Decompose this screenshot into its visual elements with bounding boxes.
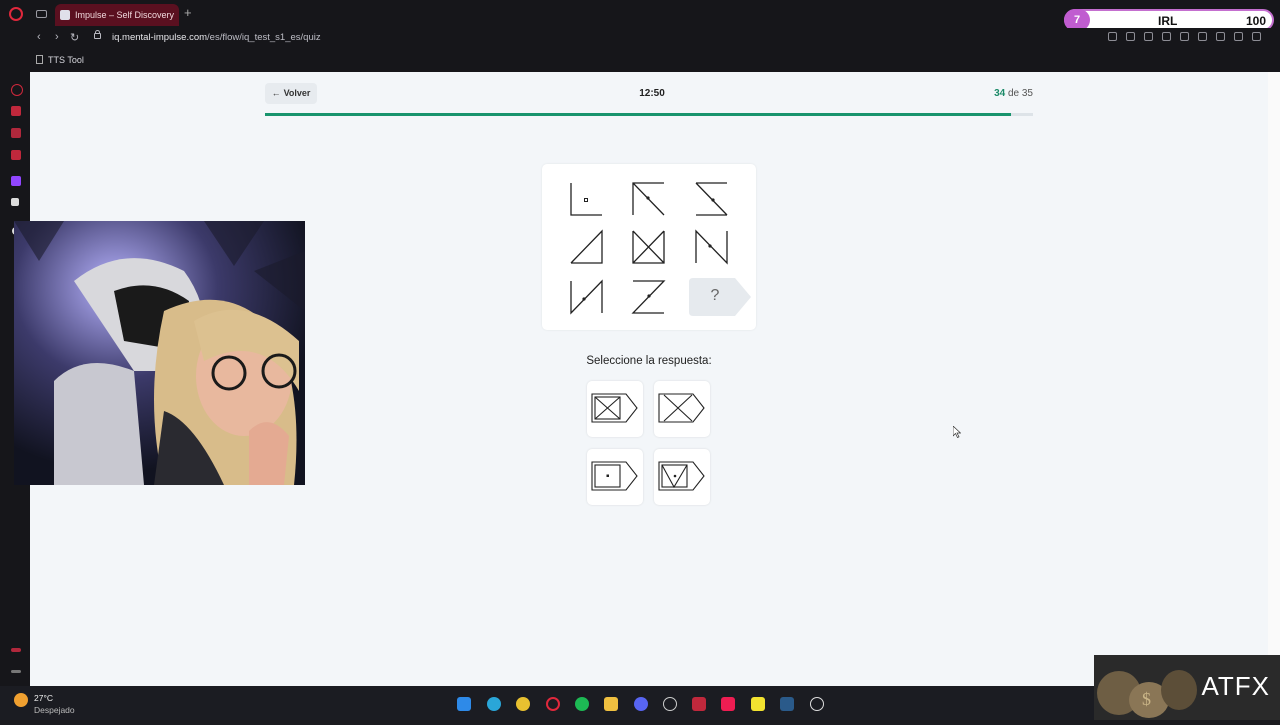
puzzle-cell-5 bbox=[632, 230, 665, 264]
answer-option-1[interactable] bbox=[587, 381, 643, 437]
download-icon[interactable] bbox=[1234, 32, 1243, 41]
opera-taskbar-icon[interactable] bbox=[546, 697, 560, 711]
tiktok-icon[interactable] bbox=[721, 697, 735, 711]
document-icon bbox=[36, 55, 43, 64]
missing-cell: ? bbox=[689, 278, 751, 316]
heart-icon[interactable] bbox=[1180, 32, 1189, 41]
new-tab-button[interactable]: + bbox=[184, 5, 192, 20]
current-question: 34 bbox=[994, 88, 1006, 99]
back-nav-button[interactable]: ‹ bbox=[37, 31, 41, 43]
webcam-overlay bbox=[14, 221, 305, 485]
play-icon[interactable] bbox=[1162, 32, 1171, 41]
url-host: iq.mental-impulse.com bbox=[112, 32, 208, 43]
close-circle-icon[interactable] bbox=[1144, 32, 1153, 41]
answer-shape-4 bbox=[658, 461, 705, 491]
answer-option-4[interactable] bbox=[654, 449, 710, 505]
forward-nav-button[interactable]: › bbox=[55, 31, 59, 43]
bookmarks-bar bbox=[0, 50, 1280, 72]
bookmark-tts-tool[interactable]: TTS Tool bbox=[36, 55, 84, 65]
settings-icon[interactable] bbox=[11, 648, 21, 652]
webcam-image bbox=[14, 221, 305, 485]
puzzle-cell-7 bbox=[570, 279, 603, 315]
answer-shape-2 bbox=[658, 393, 705, 423]
aria-icon[interactable] bbox=[11, 84, 23, 96]
snapshot-icon[interactable] bbox=[1126, 32, 1135, 41]
back-label: Volver bbox=[283, 88, 311, 98]
sponsor-logo-text: ATFX bbox=[1201, 671, 1270, 701]
discord-icon[interactable] bbox=[634, 697, 648, 711]
puzzle-cell-2 bbox=[632, 182, 665, 216]
progress-fill bbox=[265, 113, 1011, 116]
status-score: 100 bbox=[1245, 14, 1266, 28]
puzzle-cell-1 bbox=[570, 183, 602, 216]
lock-icon[interactable] bbox=[94, 30, 101, 39]
back-button[interactable]: ← Volver bbox=[265, 83, 317, 104]
progress-bar bbox=[265, 113, 1033, 116]
weather-description[interactable]: Despejado bbox=[34, 705, 75, 715]
chrome-icon[interactable] bbox=[516, 697, 530, 711]
puzzle-matrix: ? bbox=[542, 164, 756, 330]
puzzle-cell-4 bbox=[570, 229, 603, 264]
reload-button[interactable]: ↻ bbox=[70, 31, 79, 44]
edge-icon[interactable] bbox=[487, 697, 501, 711]
bookmark-label: TTS Tool bbox=[48, 55, 84, 65]
svg-text:$: $ bbox=[1142, 689, 1151, 709]
puzzle-cell-3 bbox=[695, 182, 728, 216]
browser-toolbar bbox=[1108, 32, 1274, 44]
timer: 12:50 bbox=[639, 88, 665, 99]
url-path: /es/flow/iq_test_s1_es/quiz bbox=[207, 32, 321, 43]
share-icon[interactable] bbox=[1216, 32, 1225, 41]
weather-temperature[interactable]: 27°C bbox=[34, 693, 53, 703]
site-favicon-icon bbox=[60, 10, 70, 20]
arrow-left-icon: ← bbox=[271, 88, 281, 98]
puzzle-cell-6 bbox=[695, 229, 728, 265]
question-counter: 34 de 35 bbox=[985, 88, 1033, 99]
money-bags-image: $ bbox=[1097, 670, 1197, 718]
opera-logo-icon[interactable] bbox=[9, 7, 23, 21]
page-scrollbar[interactable] bbox=[1268, 72, 1280, 686]
windows-start-icon[interactable] bbox=[457, 697, 471, 711]
spotify-icon[interactable] bbox=[575, 697, 589, 711]
notes-icon[interactable] bbox=[751, 697, 765, 711]
total-questions: de 35 bbox=[1007, 88, 1033, 99]
answer-option-3[interactable] bbox=[587, 449, 643, 505]
url-field[interactable]: iq.mental-impulse.com/es/flow/iq_test_s1… bbox=[112, 32, 321, 43]
answer-prompt: Seleccione la respuesta: bbox=[586, 355, 712, 367]
browser-tab[interactable]: Impulse – Self Discovery bbox=[55, 4, 179, 26]
twitch-icon[interactable] bbox=[11, 176, 21, 186]
chat-icon[interactable] bbox=[11, 128, 21, 138]
answer-shape-1 bbox=[591, 393, 638, 423]
x-icon[interactable] bbox=[11, 198, 19, 206]
pin-icon[interactable] bbox=[1108, 32, 1117, 41]
file-explorer-icon[interactable] bbox=[604, 697, 618, 711]
answer-option-2[interactable] bbox=[654, 381, 710, 437]
tab-switcher-icon[interactable] bbox=[36, 10, 47, 18]
media-icon[interactable] bbox=[11, 150, 21, 160]
status-label: IRL bbox=[1158, 14, 1178, 28]
messenger-icon[interactable] bbox=[11, 106, 21, 116]
question-mark: ? bbox=[710, 287, 720, 304]
tab-title: Impulse – Self Discovery bbox=[75, 10, 175, 20]
sponsor-overlay: $ ATFX bbox=[1094, 655, 1280, 720]
mouse-cursor-icon bbox=[953, 426, 961, 438]
puzzle-cell-8 bbox=[631, 280, 666, 314]
more-icon[interactable] bbox=[11, 670, 21, 673]
answer-shape-3 bbox=[591, 461, 638, 491]
settings-app-icon[interactable] bbox=[810, 697, 824, 711]
tf-app-icon[interactable] bbox=[692, 697, 706, 711]
obs-icon[interactable] bbox=[663, 697, 677, 711]
extensions-icon[interactable] bbox=[1198, 32, 1207, 41]
menu-icon[interactable] bbox=[1252, 32, 1261, 41]
steam-icon[interactable] bbox=[780, 697, 794, 711]
weather-icon[interactable] bbox=[14, 693, 28, 707]
